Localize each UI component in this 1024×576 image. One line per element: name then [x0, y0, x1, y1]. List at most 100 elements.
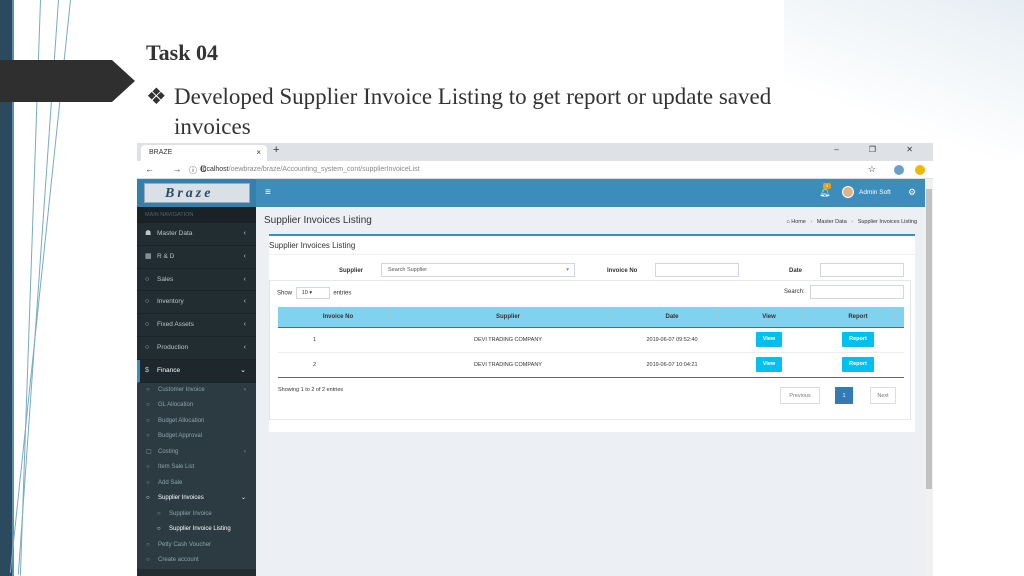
report-button[interactable]: Report — [842, 357, 874, 372]
table-info: Showing 1 to 2 of 2 entries — [278, 387, 344, 393]
previous-button[interactable]: Previous — [780, 387, 820, 404]
cell-invoice-no: 1 — [278, 327, 398, 353]
submenu-item-label: Budget Allocation — [158, 417, 205, 424]
breadcrumb-master-data[interactable]: Master Data — [817, 219, 847, 225]
sidebar-item[interactable]: ▦ R & D ‹ — [137, 246, 256, 269]
sidebar-item-label: Fixed Assets — [157, 321, 194, 329]
cell-date: 2019-06-07 09:52:40 — [618, 327, 726, 353]
date-input[interactable] — [820, 263, 904, 277]
brand-logo[interactable]: Braze — [144, 183, 250, 203]
url-host: localhost — [201, 166, 229, 173]
supplier-label: Supplier — [339, 268, 364, 274]
bullet-diamond-icon: ❖ — [146, 84, 167, 109]
column-header[interactable]: Report ⇅ — [812, 307, 904, 328]
view-button[interactable]: View — [756, 332, 782, 347]
breadcrumb-home[interactable]: Home — [791, 219, 806, 225]
submenu-item[interactable]: ○ Customer Invoice ‹ — [137, 383, 256, 399]
sort-icon: ⇅ — [606, 313, 612, 320]
column-header[interactable]: Supplier ⇅ — [398, 307, 618, 328]
report-button[interactable]: Report — [842, 332, 874, 347]
sidebar-item[interactable]: ○ Fixed Assets ‹ — [137, 314, 256, 337]
submenu-item[interactable]: ○ Create account — [137, 553, 256, 569]
submenu-item[interactable]: ○ Item Sale List — [137, 460, 256, 476]
sidebar-item-icon: ○ — [145, 321, 150, 329]
column-label: Supplier — [495, 313, 520, 320]
column-header[interactable]: Date ⇅ — [618, 307, 726, 328]
sidebar-item-icon: ▦ — [145, 252, 152, 260]
browser-tab[interactable]: BRAZE × — [141, 145, 267, 161]
submenu-item[interactable]: ▢ Costing ‹ — [137, 445, 256, 461]
breadcrumb-separator: › — [810, 219, 813, 225]
presentation-slide: Task 04 ❖ Developed Supplier Invoice List… — [0, 0, 1024, 576]
sidebar-item[interactable]: $ Finance ⌄ — [137, 359, 256, 383]
scroll-thumb[interactable] — [926, 189, 932, 489]
box-divider — [269, 254, 915, 255]
sidebar-item-label: Production — [157, 343, 189, 351]
page-scrollbar[interactable] — [925, 179, 933, 576]
sidebar-item[interactable]: ○ Production ‹ — [137, 337, 256, 360]
submenu-item[interactable]: ○ Budget Approval — [137, 429, 256, 445]
submenu-item-label: Item Sale List — [158, 464, 195, 471]
submenu-item[interactable]: ○ Supplier Invoice — [137, 507, 256, 523]
sidebar-item[interactable]: ○ Sales ‹ — [137, 269, 256, 292]
extension-icon[interactable] — [915, 164, 925, 175]
submenu-item-icon: ○ — [146, 495, 150, 502]
supplier-select[interactable]: Search Supplier ▾ — [381, 263, 575, 277]
entries-select[interactable]: 10 ▾ — [295, 287, 330, 299]
column-label: View — [762, 313, 776, 320]
column-header[interactable]: Invoice No ⇅ — [278, 307, 398, 328]
submenu-item[interactable]: ○ Supplier Invoices ⌄ — [137, 491, 256, 507]
chevron-icon: ‹ — [243, 275, 246, 283]
menu-toggle-icon[interactable]: ≡ — [265, 187, 271, 198]
supplier-placeholder: Search Supplier — [388, 267, 428, 273]
sidebar-item-icon: ○ — [145, 343, 150, 351]
url-field[interactable]: localhost/oewbraze/braze/Accounting_syst… — [201, 166, 420, 173]
profile-avatar-icon[interactable] — [894, 164, 905, 175]
browser-tab-bar: BRAZE × + – ❐ ✕ — [137, 143, 933, 161]
breadcrumb-separator: › — [851, 219, 854, 225]
sidebar-item[interactable]: ☗ Master Data ‹ — [137, 223, 256, 246]
sidebar-item-icon: ○ — [145, 298, 150, 306]
cell-supplier: DEVI TRADING COMPANY — [398, 327, 618, 353]
page-1-button[interactable]: 1 — [835, 387, 853, 404]
submenu-item[interactable]: ○ Budget Allocation — [137, 414, 256, 430]
box-title: Supplier Invoices Listing — [269, 241, 356, 250]
submenu-item-icon: ○ — [146, 433, 150, 440]
next-button[interactable]: Next — [870, 387, 896, 404]
sidebar-item-icon: ○ — [145, 275, 150, 283]
main-navigation-label: MAIN NAVIGATION — [137, 207, 256, 223]
sidebar-item-label: Master Data — [157, 230, 193, 237]
info-icon[interactable]: ⓘ — [189, 165, 197, 176]
sort-icon: ⇅ — [714, 313, 720, 320]
arrow-tab — [0, 60, 135, 102]
user-avatar[interactable] — [842, 186, 854, 198]
column-label: Report — [848, 313, 868, 320]
invoices-table: Invoice No ⇅ Supplier ⇅ Date ⇅ View ⇅ Report… — [278, 307, 904, 378]
chevron-icon: ‹ — [244, 448, 246, 455]
star-icon[interactable]: ☆ — [868, 164, 884, 174]
window-controls[interactable]: – ❐ ✕ — [834, 145, 927, 154]
user-name[interactable]: Admin Soft — [859, 189, 891, 196]
table-row: 1 DEVI TRADING COMPANY 2019-06-07 09:52:… — [278, 327, 904, 353]
submenu-item[interactable]: ○ GL Allocation — [137, 398, 256, 414]
sidebar: Braze MAIN NAVIGATION ☗ Master Data ‹ ▦ R & … — [137, 179, 256, 576]
submenu-item[interactable]: ○ Add Sale — [137, 476, 256, 492]
submenu-item[interactable]: ○ Supplier Invoice Listing — [137, 522, 256, 538]
search-input[interactable] — [810, 285, 904, 299]
submenu-item-icon: ○ — [146, 417, 150, 424]
sidebar-item-icon: ☗ — [145, 230, 152, 237]
column-header[interactable]: View ⇅ — [726, 307, 812, 328]
new-tab-icon[interactable]: + — [273, 144, 279, 156]
notification-badge: 4 — [823, 183, 831, 189]
view-button[interactable]: View — [756, 357, 782, 372]
settings-icon[interactable]: ⚙ — [908, 187, 916, 198]
invoice-no-input[interactable] — [655, 263, 739, 277]
app-window: Braze MAIN NAVIGATION ☗ Master Data ‹ ▦ R & … — [137, 179, 933, 576]
sidebar-item-label: Inventory — [157, 298, 184, 306]
submenu-item-label: Costing — [158, 448, 179, 455]
tab-close-icon[interactable]: × — [256, 145, 261, 161]
entries-label: entries — [333, 290, 352, 297]
submenu-item[interactable]: ○ Petty Cash Voucher — [137, 538, 256, 554]
chevron-icon: ⌄ — [240, 366, 246, 374]
sidebar-item[interactable]: ○ Inventory ‹ — [137, 291, 256, 315]
